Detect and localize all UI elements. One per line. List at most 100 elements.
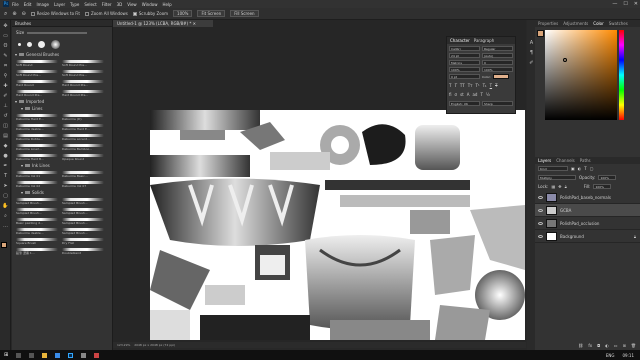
brush-subgroup-lines[interactable]: ▾ Lines (12, 105, 112, 112)
quick-select-icon[interactable]: ✎ (2, 53, 9, 60)
zoom-icon[interactable]: ⌕ (2, 213, 9, 220)
subscript-icon[interactable]: T₁ (483, 83, 487, 88)
trash-icon[interactable]: 🗑︎ (631, 343, 636, 348)
fx-icon[interactable]: fx (588, 343, 592, 348)
add-mask-icon[interactable]: ◘ (597, 343, 600, 348)
filter-pixel-icon[interactable]: ▣ (571, 166, 575, 171)
tab-properties[interactable]: Properties (538, 20, 558, 27)
scrubby-zoom-checkbox[interactable]: Scrubby Zoom (132, 11, 168, 16)
vertical-scale-field[interactable]: 100% (449, 67, 480, 72)
eye-icon[interactable] (538, 234, 543, 238)
eye-icon[interactable] (538, 208, 543, 212)
lock-pixels-icon[interactable]: ▦ (551, 184, 555, 189)
brush-item[interactable]: Basic painting d... (16, 217, 60, 225)
saturation-value-field[interactable] (545, 30, 617, 120)
language-indicator[interactable]: ENG (606, 353, 615, 358)
brush-group-general[interactable]: ▾ General Brushes (12, 51, 112, 58)
menu-3d[interactable]: 3D (117, 2, 123, 7)
brush-preset-dot-4[interactable] (51, 40, 60, 49)
faux-italic-icon[interactable]: T (454, 83, 456, 88)
brush-item[interactable]: Opaque Round (62, 153, 106, 161)
tab-color[interactable]: Color (593, 20, 603, 27)
document-canvas[interactable] (150, 110, 525, 340)
filter-shape-icon[interactable]: ▢ (590, 166, 594, 171)
zoom-100-button[interactable]: 100% (173, 10, 193, 17)
marquee-icon[interactable]: ▭ (2, 33, 9, 40)
brush-item[interactable]: Sampled Brush... (62, 197, 106, 205)
menu-select[interactable]: Select (84, 2, 96, 7)
eyedropper-icon[interactable]: ⚲ (2, 73, 9, 80)
brush-item[interactable]: Hard Round Pre... (62, 79, 106, 87)
app-icon[interactable] (81, 352, 87, 358)
brush-item[interactable]: Hard Round (16, 79, 60, 87)
brush-item[interactable]: Daburme dsable... (16, 227, 60, 235)
brush-item[interactable]: Daburme Linerl... (16, 143, 60, 151)
brush-item[interactable]: Daburme Basic... (62, 170, 106, 178)
brush-size-slider[interactable] (27, 31, 88, 34)
brush-item[interactable]: Daburme accent... (62, 133, 106, 141)
layer-row[interactable]: GCBA (535, 204, 640, 217)
pen-icon[interactable]: ✒ (2, 163, 9, 170)
brush-item[interactable]: Daburme Hard E... (16, 113, 60, 121)
baseline-shift-field[interactable]: 0 pt (449, 74, 480, 79)
brush-item[interactable]: 鉛筆 濃黒 1... (16, 247, 60, 255)
stamp-icon[interactable]: ⊥ (2, 103, 9, 110)
eye-icon[interactable] (538, 221, 543, 225)
tab-adjustments[interactable]: Adjustments (563, 20, 588, 27)
brush-item[interactable]: Daburme Bamboo... (62, 143, 106, 151)
paragraph-panel-icon[interactable]: ¶ (528, 50, 535, 57)
brush-item[interactable]: Square Brush (16, 237, 60, 245)
hue-slider[interactable] (619, 30, 624, 120)
maximize-icon[interactable]: ☐ (623, 1, 627, 7)
file-explorer-icon[interactable] (42, 352, 48, 358)
ligature-icon[interactable]: fi (449, 92, 452, 97)
brush-subgroup-solids[interactable]: ▾ Solids (12, 189, 112, 196)
brush-item[interactable]: Daburme Hard B... (16, 153, 60, 161)
zoom-all-windows-checkbox[interactable]: Zoom All Windows (84, 11, 128, 16)
brush-item[interactable]: Soft Round Pre... (62, 59, 106, 67)
move-icon[interactable]: ✥ (2, 23, 9, 30)
menu-view[interactable]: View (127, 2, 137, 7)
history-brush-icon[interactable]: ↺ (2, 113, 9, 120)
crop-icon[interactable]: ⌗ (2, 63, 9, 70)
zoom-readout[interactable]: 123.29% (117, 343, 130, 347)
tab-paths[interactable]: Paths (580, 157, 591, 164)
language-select[interactable]: English: UK (449, 101, 480, 106)
new-layer-icon[interactable]: ⊞ (623, 343, 626, 348)
small-caps-icon[interactable]: Tт (468, 83, 473, 88)
menu-file[interactable]: File (12, 2, 19, 7)
layer-row[interactable]: Background 🔒︎ (535, 230, 640, 243)
tab-character[interactable]: Character (450, 37, 470, 44)
healing-icon[interactable]: ✚ (2, 83, 9, 90)
opacity-field[interactable]: 100% (598, 175, 617, 180)
brush-preset-dot-2[interactable] (27, 42, 32, 47)
superscript-icon[interactable]: T¹ (476, 83, 480, 88)
document-tab[interactable]: Untitled-1 @ 123% (LCBA, RGB/8#) * ✕ (113, 20, 213, 27)
tab-swatches[interactable]: Swatches (609, 20, 628, 27)
brush-item[interactable]: Daburme Dotde... (16, 133, 60, 141)
adjustment-layer-icon[interactable]: ◐ (605, 343, 609, 348)
clock[interactable]: 09:11 (622, 353, 634, 358)
swash-icon[interactable]: A (467, 92, 470, 97)
eye-icon[interactable] (538, 195, 543, 199)
text-color-swatch[interactable] (492, 74, 509, 79)
zoom-out-icon[interactable]: ⊖ (22, 11, 26, 17)
task-view-icon[interactable] (29, 352, 35, 358)
lock-position-icon[interactable]: ✥ (558, 184, 561, 189)
photoshop-taskbar-icon[interactable] (68, 352, 74, 358)
brush-icon[interactable]: ✐ (2, 93, 9, 100)
type-icon[interactable]: T (2, 173, 9, 180)
lock-all-icon[interactable]: 🔒︎ (565, 184, 567, 189)
blend-mode-select[interactable]: Multiply (538, 175, 576, 180)
app-icon[interactable] (94, 352, 100, 358)
brush-item[interactable]: Sampled Brush... (62, 217, 106, 225)
horizontal-scale-field[interactable]: 100% (482, 67, 513, 72)
close-tab-icon[interactable]: ✕ (193, 21, 196, 26)
tab-channels[interactable]: Channels (556, 157, 575, 164)
ordinal-icon[interactable]: T (480, 92, 482, 97)
font-size-field[interactable]: 24 pt (449, 53, 480, 58)
windows-start-icon[interactable]: ⊞ (4, 352, 8, 358)
blur-icon[interactable]: ◆ (2, 143, 9, 150)
shape-icon[interactable]: ▢ (2, 193, 9, 200)
brush-item[interactable]: Sampled Brush... (62, 227, 106, 235)
